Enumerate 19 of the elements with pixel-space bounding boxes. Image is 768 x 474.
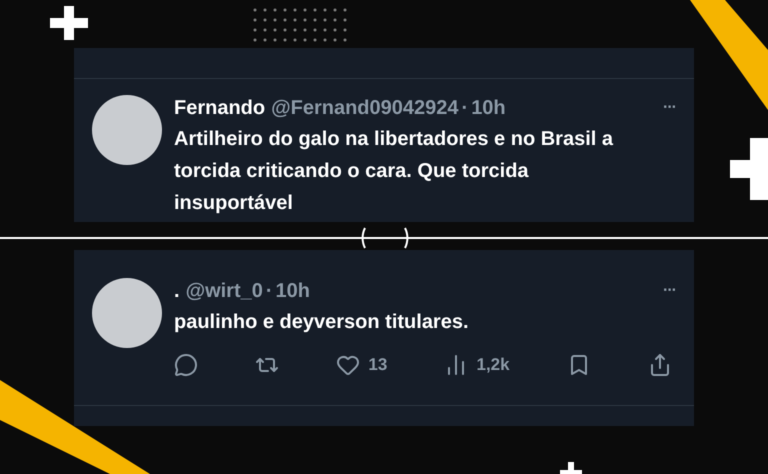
separator-dot: · — [266, 279, 273, 304]
more-options-button[interactable]: ··· — [663, 278, 676, 304]
plus-shape — [560, 462, 582, 474]
separator-dot: · — [462, 96, 468, 121]
reply-button[interactable] — [174, 352, 198, 377]
tweet-text: paulinho e deyverson titulares. — [174, 310, 470, 335]
tweet-text: Artilheiro do galo na libertadores e no Brasil a torcida criticando o cara. Que torcida insuportável — [174, 127, 614, 216]
views-button[interactable]: 1,2k — [444, 352, 510, 378]
reply-icon — [174, 352, 198, 377]
like-button[interactable]: 13 — [336, 352, 388, 378]
user-handle[interactable]: @Fernand09042924 — [271, 95, 459, 121]
plus-shape — [730, 138, 768, 200]
timestamp[interactable]: 10h — [471, 95, 506, 121]
more-options-button[interactable]: ··· — [663, 95, 676, 121]
user-handle[interactable]: @wirt_0 — [186, 278, 263, 304]
plus-shape — [50, 6, 88, 40]
display-name[interactable]: . — [174, 278, 180, 304]
timestamp[interactable]: 10h — [276, 278, 310, 304]
display-name[interactable]: Fernando — [174, 95, 266, 121]
